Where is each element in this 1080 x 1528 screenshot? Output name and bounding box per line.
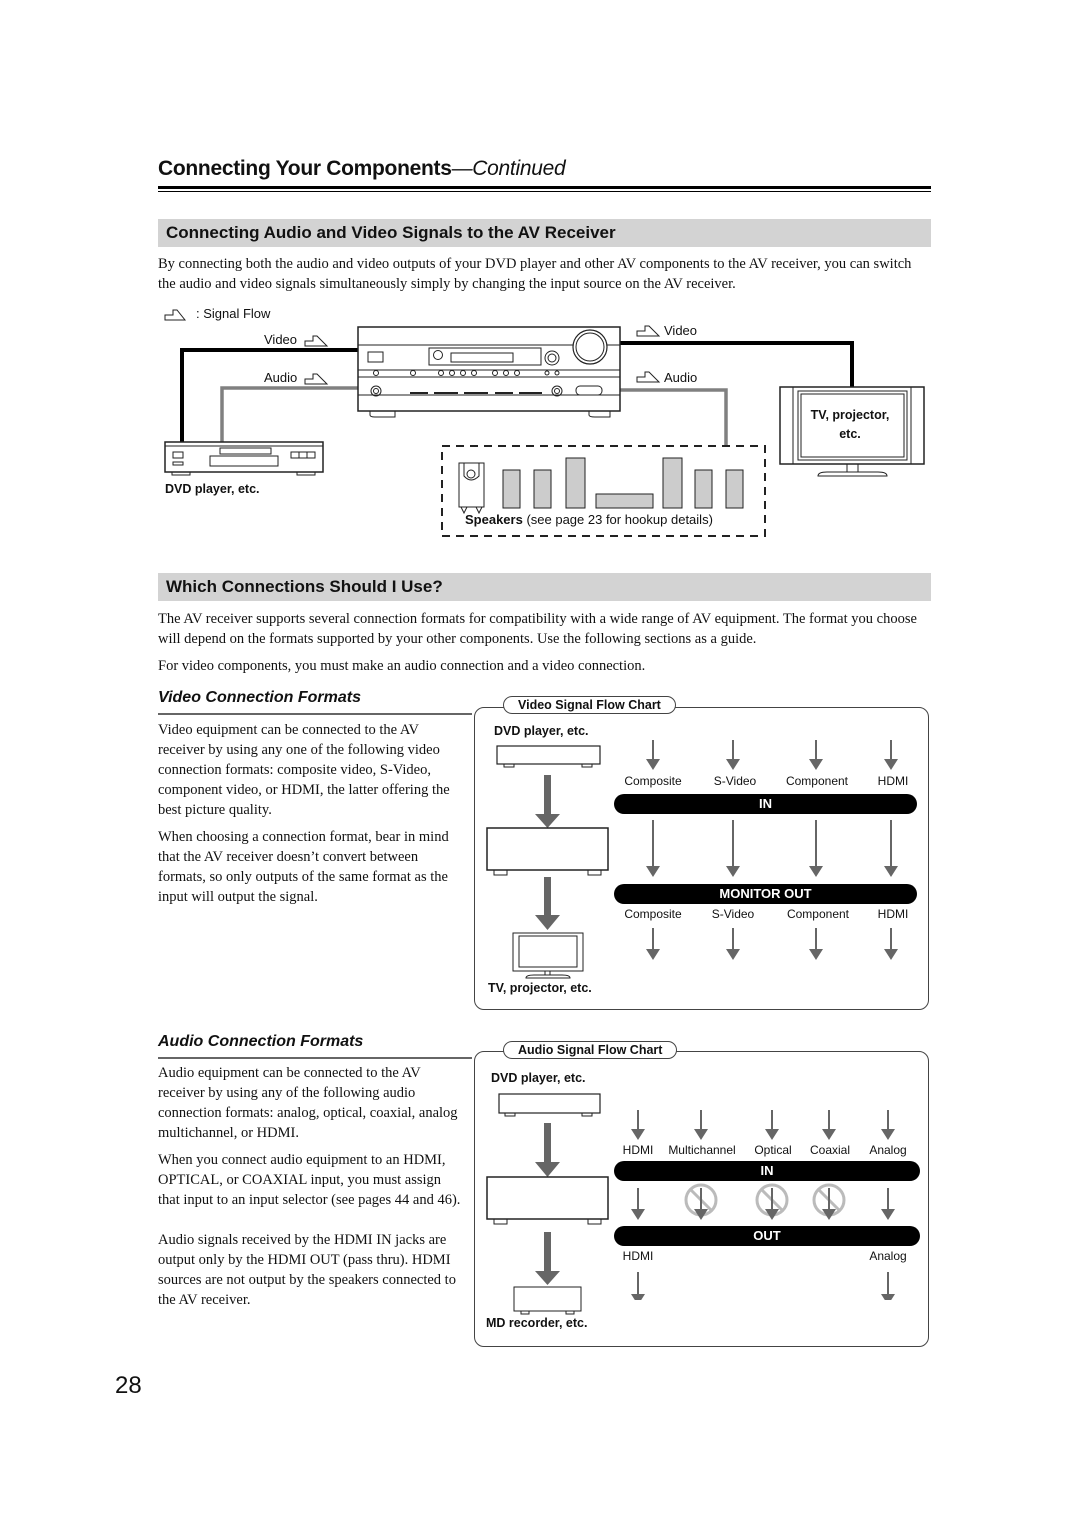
title-rule-thin	[158, 191, 931, 192]
down-arrow-icon	[631, 1272, 645, 1300]
down-arrow-icon	[881, 1272, 895, 1300]
video-flow-icon-left	[304, 335, 329, 347]
down-arrow-icon	[646, 928, 660, 960]
audio-line-right	[620, 388, 728, 445]
down-arrow-icon	[535, 1232, 560, 1285]
video-para-2: When choosing a connection format, bear …	[158, 829, 449, 905]
audio-chart-destination-label: MD recorder, etc.	[486, 1316, 588, 1330]
audio-formats-heading: Audio Connection Formats	[158, 1033, 364, 1050]
video-chart-tab: Video Signal Flow Chart	[503, 696, 676, 714]
section2-body1: The AV receiver supports several connect…	[158, 611, 917, 647]
title-rule	[158, 186, 931, 189]
down-arrow-icon	[765, 1110, 779, 1140]
video-formats-text: Video equipment can be connected to the …	[158, 720, 463, 914]
video-heading-rule	[158, 713, 472, 715]
av-receiver-box-icon	[486, 827, 609, 876]
audio-heading-rule	[158, 1057, 472, 1059]
audio-para-2: When you connect audio equipment to an H…	[158, 1152, 461, 1208]
down-arrow-icon	[884, 928, 898, 960]
dvd-player-icon	[164, 441, 324, 476]
video-para-1: Video equipment can be connected to the …	[158, 722, 450, 818]
video-line-left	[180, 348, 360, 450]
video-label-right: Video	[664, 323, 698, 338]
audio-formats-text: Audio equipment can be connected to the …	[158, 1063, 463, 1317]
down-arrow-icon	[884, 740, 898, 770]
video-flow-icon-right	[636, 325, 661, 337]
video-chart-source-label: DVD player, etc.	[494, 724, 589, 738]
audio-label-left: Audio	[264, 370, 298, 385]
signal-flow-icon	[164, 309, 187, 321]
page-title-main: Connecting Your Components	[158, 157, 452, 180]
down-arrow-icon	[646, 820, 660, 877]
video-format-arrows	[646, 740, 898, 960]
md-recorder-box-icon	[513, 1286, 582, 1315]
section2-body2: For video components, you must make an a…	[158, 658, 646, 674]
audio-para-1: Audio equipment can be connected to the …	[158, 1065, 458, 1141]
subwoofer-icon	[458, 462, 485, 515]
audio-chart-tab: Audio Signal Flow Chart	[503, 1041, 678, 1059]
speakers-caption-rest: (see page 23 for hookup details)	[522, 512, 713, 527]
audio-chart-source-label: DVD player, etc.	[491, 1071, 586, 1085]
page-title-continued: —Continued	[451, 157, 566, 180]
audio-flow-icon-right	[636, 371, 661, 383]
av-receiver-icon	[357, 326, 621, 418]
video-line-right	[620, 341, 854, 388]
speaker-icon	[502, 457, 744, 509]
down-arrow-icon	[535, 1123, 560, 1177]
tv-small-icon	[512, 932, 584, 979]
section-heading-connecting-signals: Connecting Audio and Video Signals to th…	[158, 219, 931, 247]
down-arrow-icon	[646, 740, 660, 770]
down-arrow-icon	[881, 1110, 895, 1140]
signal-flow-legend: : Signal Flow	[196, 306, 271, 321]
audio-flow-icon-left	[304, 373, 329, 385]
down-arrow-icon	[694, 1110, 708, 1140]
section-heading-which-connections: Which Connections Should I Use?	[158, 573, 931, 601]
audio-line-left	[220, 386, 360, 450]
dvd-player-label: DVD player, etc.	[165, 482, 260, 496]
down-arrow-icon	[726, 740, 740, 770]
down-arrow-icon	[631, 1110, 645, 1140]
video-formats-heading: Video Connection Formats	[158, 689, 361, 706]
section1-body: By connecting both the audio and video o…	[158, 256, 912, 292]
down-arrow-icon	[884, 820, 898, 877]
down-arrow-icon	[726, 820, 740, 877]
video-label-left: Video	[264, 332, 298, 347]
audio-label-right: Audio	[664, 370, 698, 385]
tv-label: TV, projector, etc.	[810, 408, 890, 441]
down-arrow-icon	[726, 928, 740, 960]
down-arrow-icon	[822, 1110, 836, 1140]
dvd-player-box-icon	[498, 1093, 601, 1117]
page-number: 28	[115, 1372, 142, 1399]
down-arrow-icon	[535, 775, 560, 828]
down-arrow-icon	[631, 1188, 645, 1220]
down-arrow-icon	[881, 1188, 895, 1220]
down-arrow-icon	[809, 820, 823, 877]
speakers-caption-bold: Speakers	[465, 512, 523, 527]
av-receiver-box-icon	[486, 1176, 609, 1225]
speakers-caption: Speakers (see page 23 for hookup details…	[465, 512, 713, 527]
audio-format-arrows	[631, 1110, 895, 1300]
audio-para-3: Audio signals received by the HDMI IN ja…	[158, 1232, 456, 1308]
down-arrow-icon	[535, 877, 560, 930]
dvd-player-box-icon	[496, 745, 601, 768]
down-arrow-icon	[809, 928, 823, 960]
page-title: Connecting Your Components—Continued	[158, 157, 566, 181]
down-arrow-icon	[809, 740, 823, 770]
